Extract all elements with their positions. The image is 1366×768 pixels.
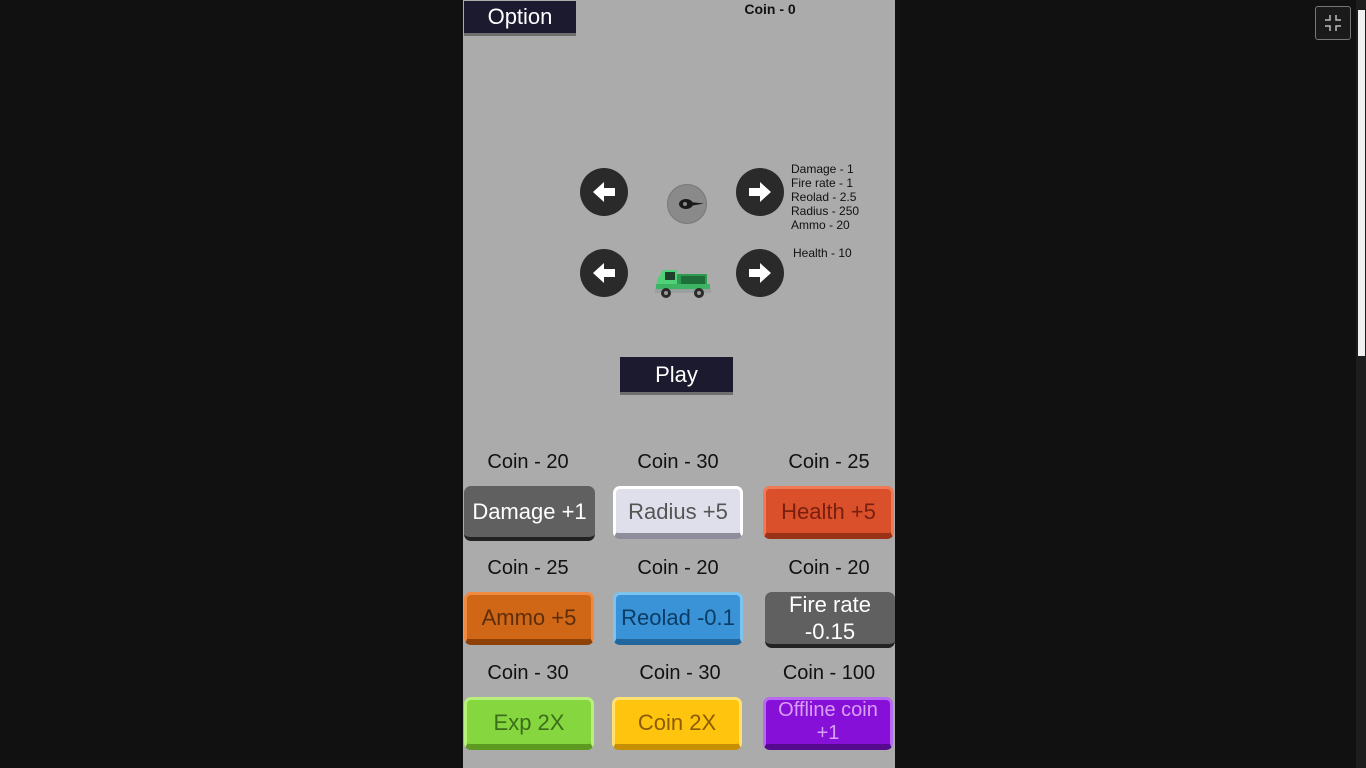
coin-balance: Coin - 0 [744,1,796,17]
reload-upgrade-price: Coin - 20 [637,557,719,579]
offline-coin-upgrade-price: Coin - 100 [782,662,876,684]
fire-rate-upgrade-price: Coin - 20 [788,557,870,579]
ammo-upgrade-button[interactable]: Ammo +5 [464,592,594,645]
stat-ammo: Ammo - 20 [791,218,850,232]
coin-upgrade-price: Coin - 30 [639,662,721,684]
stat-radius: Radius - 250 [791,204,860,218]
coin-2x-button[interactable]: Coin 2X [612,697,742,750]
stat-fire-rate: Fire rate - 1 [791,176,854,190]
turret-next-button[interactable] [736,168,784,216]
turret-icon [667,184,707,224]
radius-upgrade-price: Coin - 30 [637,451,719,473]
arrow-right-icon [749,182,771,202]
stat-reload: Reolad - 2.5 [791,190,857,204]
vehicle-prev-button[interactable] [580,249,628,297]
vehicle-stats: Health - 10 [793,246,852,260]
truck-icon [655,264,711,300]
fire-rate-upgrade-button[interactable]: Fire rate -0.15 [765,592,895,648]
health-upgrade-button[interactable]: Health +5 [763,486,894,539]
offline-coin-button[interactable]: Offline coin +1 [763,697,893,750]
radius-upgrade-button[interactable]: Radius +5 [613,486,743,539]
damage-upgrade-button[interactable]: Damage +1 [464,486,595,541]
exp-upgrade-price: Coin - 30 [487,662,569,684]
play-button[interactable]: Play [620,357,733,395]
health-upgrade-price: Coin - 25 [788,451,870,473]
turret-stats: Damage - 1 Fire rate - 1 Reolad - 2.5 Ra… [791,162,859,232]
damage-upgrade-price: Coin - 20 [487,451,569,473]
stat-health: Health - 10 [793,246,852,260]
arrow-left-icon [593,182,615,202]
arrow-left-icon [593,263,615,283]
reload-upgrade-button[interactable]: Reolad -0.1 [613,592,743,645]
option-button[interactable]: Option [464,1,576,36]
stat-damage: Damage - 1 [791,162,854,176]
ammo-upgrade-price: Coin - 25 [487,557,569,579]
exit-fullscreen-button[interactable] [1315,6,1351,40]
exp-2x-button[interactable]: Exp 2X [464,697,594,750]
turret-prev-button[interactable] [580,168,628,216]
vehicle-next-button[interactable] [736,249,784,297]
arrow-right-icon [749,263,771,283]
game-panel: Option Coin - 0 Damage - 1 Fire rate - 1… [463,0,895,768]
scrollbar-thumb[interactable] [1358,10,1365,356]
exit-fullscreen-icon [1325,15,1341,31]
